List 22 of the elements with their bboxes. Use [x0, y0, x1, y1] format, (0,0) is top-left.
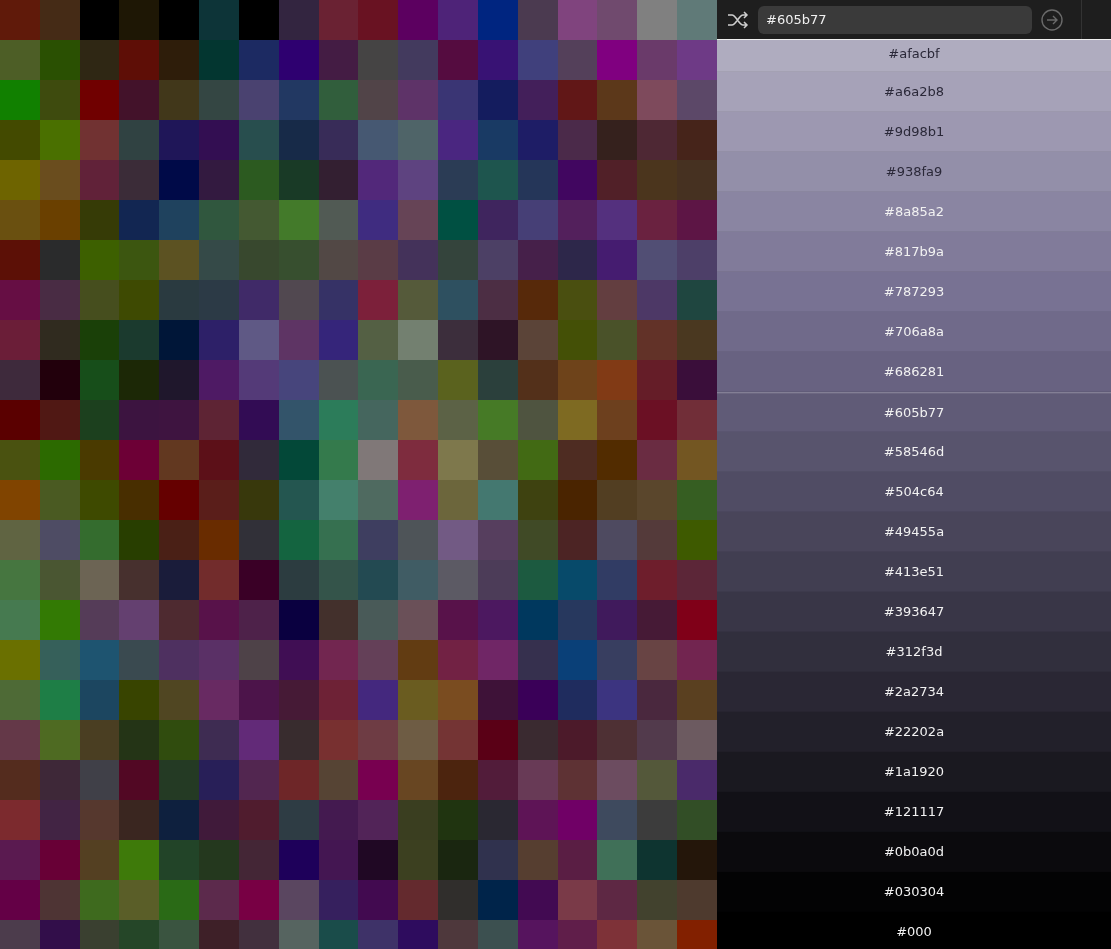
- color-shade-item[interactable]: #49455a: [717, 512, 1111, 552]
- color-shade-item[interactable]: #706a8a: [717, 312, 1111, 352]
- color-shade-item[interactable]: #1a1920: [717, 752, 1111, 792]
- color-shade-item[interactable]: #504c64: [717, 472, 1111, 512]
- color-shade-item[interactable]: #0b0a0d: [717, 832, 1111, 872]
- color-shade-item[interactable]: #605b77: [717, 392, 1111, 432]
- color-shade-item[interactable]: #312f3d: [717, 632, 1111, 672]
- color-shade-item[interactable]: #686281: [717, 352, 1111, 392]
- color-shade-item[interactable]: #413e51: [717, 552, 1111, 592]
- color-shade-item[interactable]: #393647: [717, 592, 1111, 632]
- color-input-field[interactable]: #605b77: [758, 5, 1032, 34]
- color-shade-item[interactable]: #817b9a: [717, 232, 1111, 272]
- color-shade-item[interactable]: #787293: [717, 272, 1111, 312]
- color-shade-item[interactable]: #afacbf: [717, 40, 1111, 72]
- color-shade-item[interactable]: #a6a2b8: [717, 72, 1111, 112]
- color-shade-item[interactable]: #030304: [717, 872, 1111, 912]
- color-shade-item[interactable]: #58546d: [717, 432, 1111, 472]
- color-shade-item[interactable]: #2a2734: [717, 672, 1111, 712]
- color-shade-item[interactable]: #22202a: [717, 712, 1111, 752]
- color-shade-item[interactable]: #9d98b1: [717, 112, 1111, 152]
- color-shade-item[interactable]: #121117: [717, 792, 1111, 832]
- color-shade-item[interactable]: #938fa9: [717, 152, 1111, 192]
